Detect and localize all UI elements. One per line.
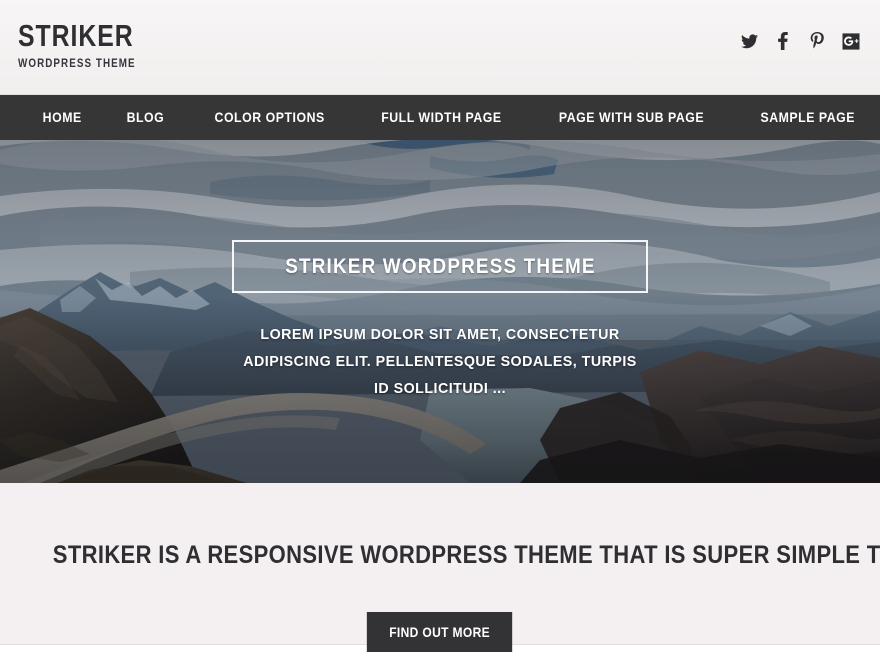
nav-item-page-with-sub-page[interactable]: PAGE WITH SUB PAGE	[542, 95, 722, 140]
hero-banner: STRIKER WORDPRESS THEME LOREM IPSUM DOLO…	[0, 140, 880, 483]
nav-item-blog[interactable]: BLOG	[109, 95, 182, 140]
site-header: STRIKER WORDPRESS THEME	[0, 0, 880, 95]
theme-preview-page: STRIKER WORDPRESS THEME HOME BLOG COLOR …	[0, 0, 880, 660]
nav-item-full-width-page[interactable]: FULL WIDTH PAGE	[363, 95, 519, 140]
social-links	[738, 30, 862, 52]
nav-list: HOME BLOG COLOR OPTIONS FULL WIDTH PAGE …	[20, 95, 880, 140]
pinterest-icon[interactable]	[806, 30, 828, 52]
site-tagline: WORDPRESS THEME	[18, 56, 136, 70]
hero-title: STRIKER WORDPRESS THEME	[284, 255, 596, 278]
nav-item-color-options[interactable]: COLOR OPTIONS	[197, 95, 342, 140]
facebook-icon[interactable]	[772, 30, 794, 52]
callout-heading: STRIKER IS A RESPONSIVE WORDPRESS THEME …	[52, 540, 880, 569]
find-out-more-button[interactable]: FIND OUT MORE	[367, 611, 513, 652]
hero-subtitle: LOREM IPSUM DOLOR SIT AMET, CONSECTETUR …	[243, 326, 637, 397]
main-navigation: HOME BLOG COLOR OPTIONS FULL WIDTH PAGE …	[0, 95, 880, 140]
twitter-icon[interactable]	[738, 30, 760, 52]
google-plus-icon[interactable]	[840, 30, 862, 52]
callout-section: STRIKER IS A RESPONSIVE WORDPRESS THEME …	[0, 483, 880, 652]
nav-item-home[interactable]: HOME	[25, 95, 99, 140]
hero-content: STRIKER WORDPRESS THEME LOREM IPSUM DOLO…	[0, 240, 880, 402]
hero-title-box[interactable]: STRIKER WORDPRESS THEME	[231, 240, 649, 293]
nav-item-sample-page[interactable]: SAMPLE PAGE	[743, 95, 873, 140]
site-branding[interactable]: STRIKER WORDPRESS THEME	[18, 20, 162, 71]
site-title[interactable]: STRIKER	[18, 20, 134, 52]
